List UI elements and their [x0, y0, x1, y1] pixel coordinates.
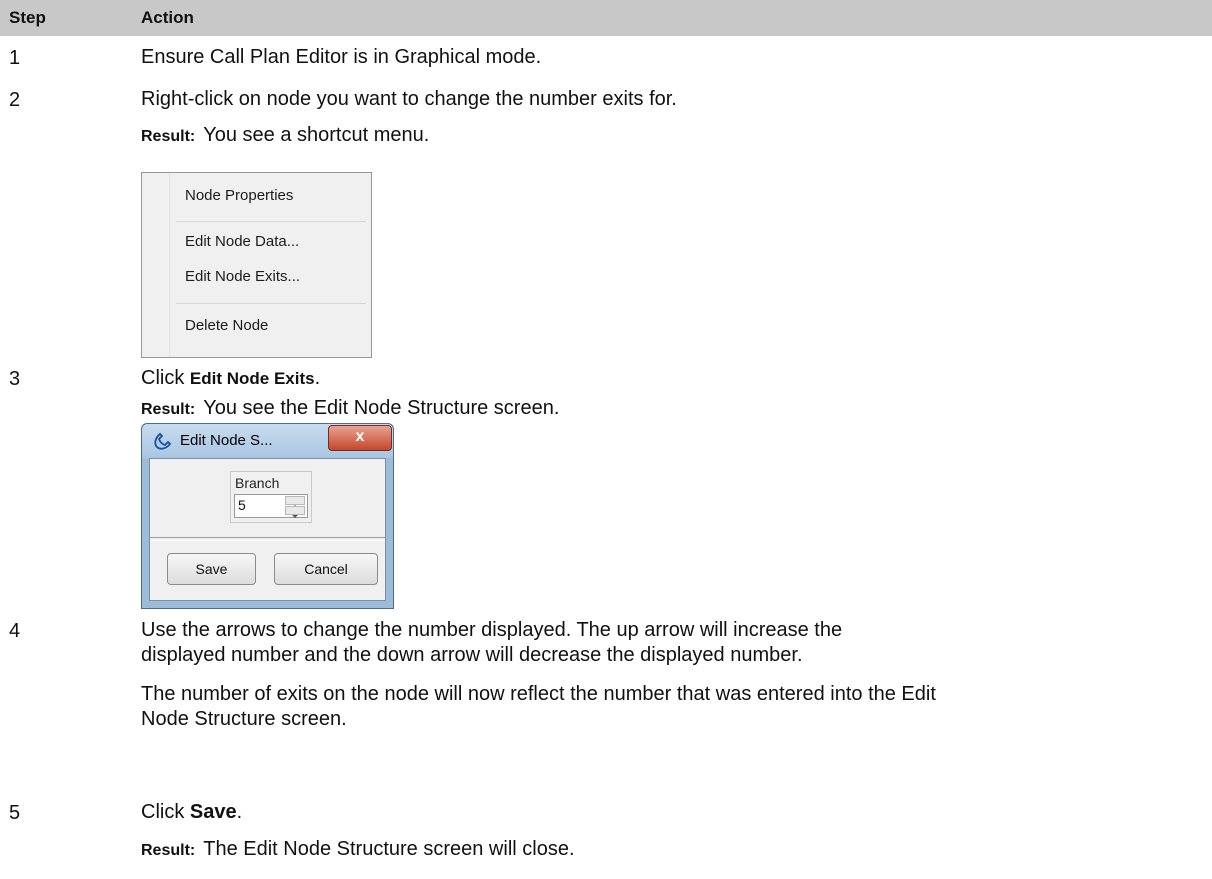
step-text: Right-click on node you want to change t… — [141, 88, 677, 110]
menu-item-edit-node-exits[interactable]: Edit Node Exits... — [185, 268, 300, 285]
action-column-header: Action — [141, 8, 194, 27]
result-text: The Edit Node Structure screen will clos… — [203, 838, 575, 860]
step-text: displayed number and the down arrow will… — [141, 644, 803, 666]
step-text-bold: Edit Node Exits — [189, 369, 315, 388]
close-button[interactable]: x — [328, 425, 392, 451]
table-header: Step Action — [0, 0, 1212, 36]
branch-group: Branch 5 — [230, 471, 312, 523]
step-text: Click Save. — [141, 798, 242, 826]
dialog-title-bar: Edit Node S... x — [142, 424, 393, 458]
result-label: Result: — [141, 401, 196, 418]
dialog-body: Branch 5 Save Cancel — [149, 458, 386, 601]
step-text: Click Edit Node Exits. — [141, 364, 320, 393]
menu-item-node-properties[interactable]: Node Properties — [185, 187, 293, 204]
step-number: 1 — [9, 47, 21, 69]
step-text-pre: Click — [141, 801, 190, 823]
spinner-arrows — [285, 496, 305, 518]
step-text-post: . — [236, 801, 243, 823]
step-text: Node Structure screen. — [141, 708, 347, 730]
spinner-value[interactable]: 5 — [238, 497, 246, 513]
edit-node-structure-dialog: Edit Node S... x Branch 5 Save Cancel — [141, 423, 394, 609]
dialog-divider — [150, 537, 385, 541]
step-text-pre: Click — [141, 367, 190, 389]
menu-separator — [176, 221, 366, 222]
save-button[interactable]: Save — [167, 553, 256, 585]
branch-spinner[interactable]: 5 — [234, 494, 308, 518]
branch-label: Branch — [235, 475, 280, 491]
dialog-title: Edit Node S... — [180, 432, 273, 449]
phone-icon — [154, 432, 172, 450]
step-number: 4 — [9, 620, 21, 642]
result-label: Result: — [141, 128, 196, 145]
step-text: Use the arrows to change the number disp… — [141, 619, 843, 641]
step-column-header: Step — [9, 8, 46, 27]
step-text-post: . — [314, 367, 321, 389]
menu-item-edit-node-data[interactable]: Edit Node Data... — [185, 233, 299, 250]
step-number: 3 — [9, 368, 21, 390]
step-number: 2 — [9, 89, 21, 111]
result-text: You see the Edit Node Structure screen. — [203, 397, 560, 419]
step-text-bold: Save — [189, 801, 237, 823]
step-result: Result: You see a shortcut menu. — [141, 124, 429, 147]
step-result: Result: The Edit Node Structure screen wi… — [141, 838, 575, 861]
cancel-button[interactable]: Cancel — [274, 553, 378, 585]
step-number: 5 — [9, 802, 21, 824]
shortcut-menu: Node Properties Edit Node Data... Edit N… — [141, 172, 372, 358]
result-label: Result: — [141, 842, 196, 859]
step-text: Ensure Call Plan Editor is in Graphical … — [141, 46, 542, 68]
spinner-up-icon[interactable] — [285, 496, 305, 508]
result-text: You see a shortcut menu. — [203, 124, 430, 146]
menu-gutter — [169, 173, 170, 357]
menu-separator — [176, 303, 366, 304]
menu-item-delete-node[interactable]: Delete Node — [185, 317, 268, 334]
step-result: Result: You see the Edit Node Structure s… — [141, 397, 559, 420]
spinner-down-icon[interactable] — [285, 506, 305, 518]
step-text: The number of exits on the node will now… — [141, 683, 936, 705]
